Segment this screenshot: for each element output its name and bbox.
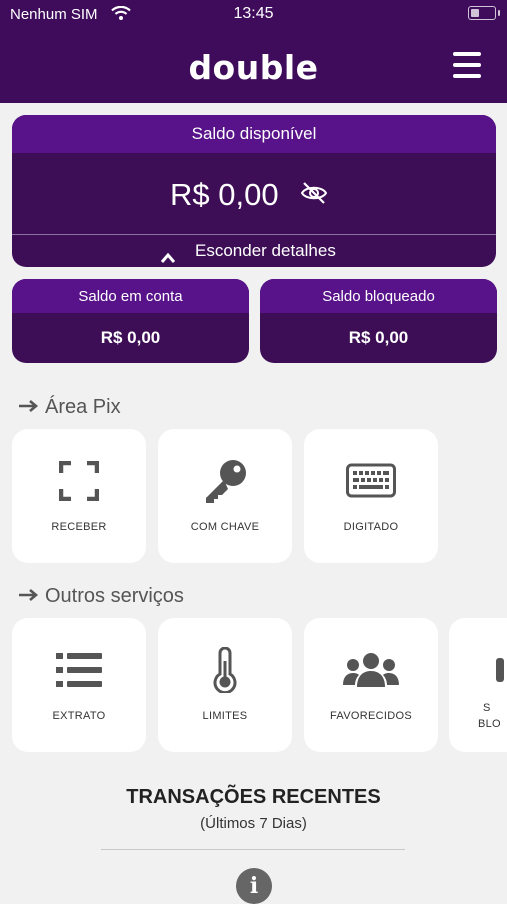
pix-typed-tile[interactable]: DIGITADO xyxy=(304,429,438,563)
key-icon xyxy=(158,457,292,505)
blocked-balance-card: Saldo bloqueado R$ 0,00 xyxy=(260,279,497,363)
services-section-title: Outros serviços xyxy=(18,585,184,608)
battery-icon xyxy=(468,6,500,20)
statement-tile[interactable]: EXTRATO xyxy=(12,618,146,752)
status-bar: Nenhum SIM 13:45 xyxy=(0,0,507,30)
blocked-service-tile[interactable]: S BLO xyxy=(449,618,507,752)
balance-amount: R$ 0,00 xyxy=(170,177,279,212)
balance-card: Saldo disponível R$ 0,00 Esconder detalh… xyxy=(12,115,496,267)
account-balance-label: Saldo em conta xyxy=(12,279,249,313)
arrow-right-icon xyxy=(18,396,40,419)
account-balance-card: Saldo em conta R$ 0,00 xyxy=(12,279,249,363)
arrow-right-icon xyxy=(18,585,40,608)
app-header: Nenhum SIM 13:45 double xyxy=(0,0,507,103)
favorites-label: FAVORECIDOS xyxy=(330,710,412,722)
pix-key-label: COM CHAVE xyxy=(190,521,260,533)
pix-section-title: Área Pix xyxy=(18,396,121,419)
unknown-icon xyxy=(449,646,507,694)
app-logo: double xyxy=(188,48,319,87)
thermometer-icon xyxy=(158,646,292,694)
pix-key-tile[interactable]: COM CHAVE xyxy=(158,429,292,563)
statement-label: EXTRATO xyxy=(52,710,106,722)
favorites-tile[interactable]: FAVORECIDOS xyxy=(304,618,438,752)
blocked-service-label: S BLO xyxy=(467,700,507,732)
list-icon xyxy=(12,646,146,694)
pix-title: Área Pix xyxy=(45,396,121,418)
eye-off-icon[interactable] xyxy=(300,181,328,210)
limits-label: LIMITES xyxy=(202,710,248,722)
pix-typed-label: DIGITADO xyxy=(343,521,399,533)
balance-amount-row: R$ 0,00 xyxy=(12,153,496,235)
blocked-service-label-line2: BLO xyxy=(478,718,501,730)
pix-receive-tile[interactable]: RECEBER xyxy=(12,429,146,563)
blocked-balance-value: R$ 0,00 xyxy=(348,328,409,347)
hide-details-button[interactable]: Esconder detalhes xyxy=(12,235,496,267)
services-title: Outros serviços xyxy=(45,585,184,607)
recent-transactions-title: TRANSAÇÕES RECENTES xyxy=(126,786,381,808)
divider xyxy=(101,849,405,850)
info-icon[interactable]: i xyxy=(236,868,272,904)
keyboard-icon xyxy=(304,457,438,505)
balance-title: Saldo disponível xyxy=(12,115,496,153)
chevron-up-icon xyxy=(160,243,176,267)
recent-transactions-subtitle: (Últimos 7 Dias) xyxy=(200,815,307,832)
scan-frame-icon xyxy=(12,457,146,505)
hide-details-label: Esconder detalhes xyxy=(195,241,336,260)
account-balance-value: R$ 0,00 xyxy=(100,328,161,347)
clock: 13:45 xyxy=(233,5,274,22)
blocked-balance-label: Saldo bloqueado xyxy=(260,279,497,313)
users-icon xyxy=(304,646,438,694)
limits-tile[interactable]: LIMITES xyxy=(158,618,292,752)
pix-receive-label: RECEBER xyxy=(51,521,107,533)
blocked-service-label-line1: S xyxy=(483,702,491,714)
menu-button[interactable] xyxy=(453,52,481,78)
